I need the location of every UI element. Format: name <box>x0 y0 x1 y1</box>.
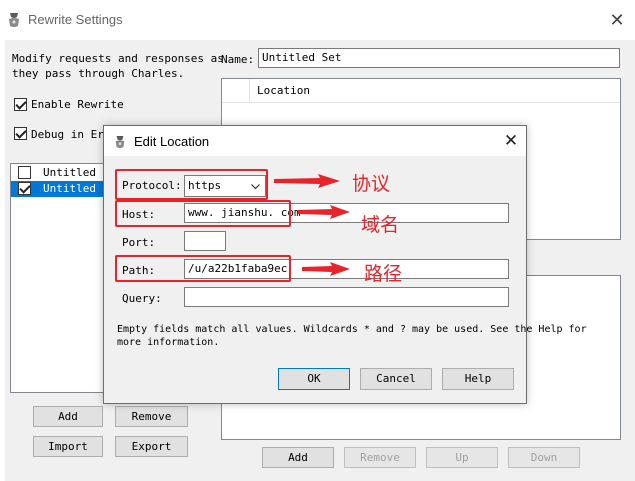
ok-button[interactable]: OK <box>278 368 350 390</box>
close-icon[interactable]: ✕ <box>606 9 628 31</box>
path-highlight-box <box>115 255 291 282</box>
move-down-button[interactable]: Down <box>508 447 580 468</box>
host-annotation: 域名 <box>361 214 400 236</box>
charles-app-icon <box>9 13 19 27</box>
enable-rewrite-checkbox[interactable] <box>14 98 27 111</box>
close-icon[interactable]: ✕ <box>501 130 521 152</box>
help-text-line-2: more information. <box>117 337 220 348</box>
arrow-right-icon <box>274 174 340 188</box>
help-button[interactable]: Help <box>442 368 514 390</box>
set-name: Untitled S <box>43 166 110 179</box>
enable-rewrite-label: Enable Rewrite <box>31 98 124 111</box>
query-input[interactable] <box>184 287 509 307</box>
path-annotation: 路径 <box>364 263 403 285</box>
host-highlight-box <box>115 200 291 227</box>
export-button[interactable]: Export <box>115 436 188 457</box>
set-name: Untitled S <box>43 182 110 195</box>
debug-checkbox[interactable] <box>14 127 27 140</box>
charles-app-icon <box>115 136 125 148</box>
remove-rule-button[interactable]: Remove <box>344 447 416 468</box>
set-enabled-checkbox[interactable] <box>18 166 31 179</box>
description-line-2: they pass through Charles. <box>12 67 185 80</box>
add-set-button[interactable]: Add <box>33 406 103 427</box>
import-button[interactable]: Import <box>33 436 103 457</box>
port-label: Port: <box>122 236 156 249</box>
cancel-button[interactable]: Cancel <box>360 368 432 390</box>
description-line-1: Modify requests and responses as <box>12 52 224 65</box>
name-label: Name: <box>221 53 255 66</box>
remove-set-button[interactable]: Remove <box>115 406 188 427</box>
dialog-title: Edit Location <box>134 134 210 149</box>
protocol-highlight-box <box>115 169 268 200</box>
set-enabled-checkbox[interactable] <box>18 182 31 195</box>
set-name-input[interactable]: Untitled Set <box>258 48 620 68</box>
protocol-annotation: 协议 <box>352 173 391 195</box>
port-input[interactable] <box>184 231 226 251</box>
help-text-line-1: Empty fields match all values. Wildcards… <box>117 324 587 335</box>
debug-label: Debug in Err <box>31 128 111 141</box>
arrow-right-icon <box>298 205 350 219</box>
query-label: Query: <box>122 292 162 305</box>
window-title: Rewrite Settings <box>28 12 123 27</box>
move-up-button[interactable]: Up <box>426 447 498 468</box>
add-rule-button[interactable]: Add <box>262 447 334 468</box>
location-column-header[interactable]: Location <box>257 84 310 97</box>
column-divider <box>249 79 250 103</box>
arrow-right-icon <box>302 262 350 276</box>
